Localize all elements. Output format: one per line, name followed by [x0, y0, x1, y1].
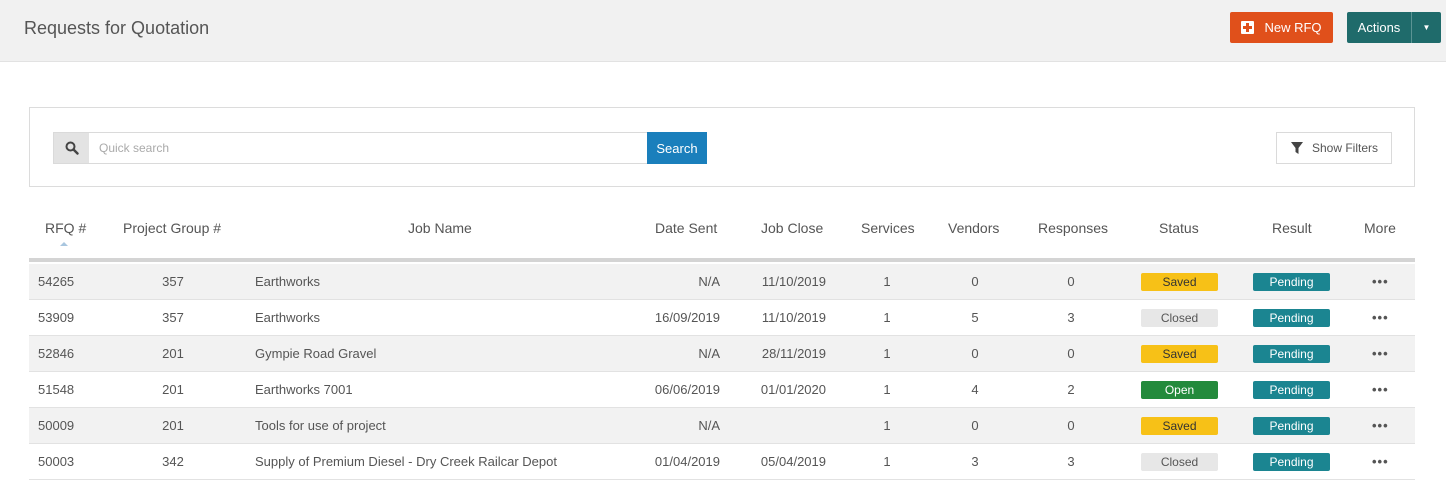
vendors-cell: 5 — [971, 310, 979, 325]
date-sent-cell: 16/09/2019 — [654, 310, 720, 325]
status-badge: Saved — [1141, 345, 1218, 363]
show-filters-label: Show Filters — [1311, 141, 1379, 155]
date-sent-cell: N/A — [698, 418, 720, 433]
services-cell: 1 — [883, 310, 891, 325]
status-badge: Closed — [1141, 309, 1218, 327]
status-badge: Open — [1141, 381, 1218, 399]
responses-cell: 3 — [1067, 454, 1075, 469]
responses-cell: 3 — [1067, 310, 1075, 325]
ellipsis-icon[interactable]: ••• — [1372, 310, 1389, 325]
column-header-rfq[interactable]: RFQ # — [45, 220, 86, 236]
plus-square-icon — [1241, 21, 1255, 34]
table-row[interactable]: 50009 201 Tools for use of project N/A 1 0 0 Sa… — [29, 408, 1415, 444]
project-group-cell: 357 — [162, 274, 184, 289]
column-header-responses[interactable]: Responses — [1038, 220, 1108, 236]
table-header: RFQ # Project Group # Job Name Date Sent… — [29, 212, 1415, 262]
rfq-number-cell: 51548 — [38, 382, 75, 397]
rfq-number-cell: 50003 — [38, 454, 75, 469]
result-badge: Pending — [1253, 453, 1330, 471]
services-cell: 1 — [883, 418, 891, 433]
show-filters-button[interactable]: Show Filters — [1276, 132, 1392, 164]
rfq-number-cell: 53909 — [38, 310, 75, 325]
date-sent-cell: 06/06/2019 — [654, 382, 720, 397]
rfq-number-cell: 52846 — [38, 346, 75, 361]
search-icon — [53, 132, 90, 164]
services-cell: 1 — [883, 382, 891, 397]
job-close-cell: 11/10/2019 — [761, 274, 826, 289]
ellipsis-icon[interactable]: ••• — [1372, 274, 1389, 289]
job-name-cell: Gympie Road Gravel — [255, 346, 377, 361]
filter-icon — [1290, 142, 1303, 154]
status-badge: Saved — [1141, 417, 1218, 435]
new-rfq-button[interactable]: New RFQ — [1230, 12, 1333, 43]
job-close-cell: 01/01/2020 — [760, 382, 826, 397]
project-group-cell: 201 — [162, 418, 184, 433]
rfq-number-cell: 50009 — [38, 418, 75, 433]
ellipsis-icon[interactable]: ••• — [1372, 346, 1389, 361]
job-name-cell: Earthworks — [255, 310, 321, 325]
date-sent-cell: N/A — [698, 274, 720, 289]
rfq-number-cell: 54265 — [38, 274, 75, 289]
job-close-cell: 11/10/2019 — [761, 310, 826, 325]
table-row[interactable]: 52846 201 Gympie Road Gravel N/A 28/11/2019 1… — [29, 336, 1415, 372]
column-header-vendors[interactable]: Vendors — [948, 220, 999, 236]
page-title: Requests for Quotation — [24, 18, 210, 38]
ellipsis-icon[interactable]: ••• — [1372, 418, 1389, 433]
responses-cell: 0 — [1067, 274, 1075, 289]
responses-cell: 0 — [1067, 418, 1075, 433]
result-badge: Pending — [1253, 309, 1330, 327]
column-header-project-group[interactable]: Project Group # — [123, 220, 221, 236]
table-row[interactable]: 50003 342 Supply of Premium Diesel - Dry C… — [29, 444, 1415, 480]
result-badge: Pending — [1253, 345, 1330, 363]
search-panel: Search Show Filters — [29, 107, 1415, 187]
job-name-cell: Supply of Premium Diesel - Dry Creek Rai… — [255, 454, 557, 469]
table-row[interactable]: 54265 357 Earthworks N/A 11/10/2019 1 0 0 Saved P… — [29, 264, 1415, 300]
actions-button[interactable]: Actions — [1347, 12, 1411, 43]
services-cell: 1 — [883, 346, 891, 361]
job-name-cell: Tools for use of project — [255, 418, 386, 433]
date-sent-cell: 01/04/2019 — [654, 454, 720, 469]
project-group-cell: 357 — [162, 310, 184, 325]
search-input[interactable] — [89, 132, 648, 164]
column-header-date-sent[interactable]: Date Sent — [655, 220, 717, 236]
column-header-services[interactable]: Services — [861, 220, 915, 236]
services-cell: 1 — [883, 454, 891, 469]
services-cell: 1 — [883, 274, 891, 289]
column-header-job-close[interactable]: Job Close — [761, 220, 823, 236]
status-badge: Closed — [1141, 453, 1218, 471]
page-header: Requests for Quotation New RFQ Actions ▼ — [0, 0, 1446, 62]
date-sent-cell: N/A — [698, 346, 720, 361]
new-rfq-label: New RFQ — [1264, 20, 1322, 35]
project-group-cell: 201 — [162, 382, 184, 397]
vendors-cell: 3 — [971, 454, 979, 469]
responses-cell: 2 — [1067, 382, 1075, 397]
table-row[interactable]: 51548 201 Earthworks 7001 06/06/2019 01/01/2… — [29, 372, 1415, 408]
vendors-cell: 0 — [971, 274, 979, 289]
column-header-more: More — [1364, 220, 1396, 236]
vendors-cell: 4 — [971, 382, 979, 397]
table-row[interactable]: 53909 357 Earthworks 16/09/2019 11/10/2019 1 5… — [29, 300, 1415, 336]
vendors-cell: 0 — [971, 418, 979, 433]
job-name-cell: Earthworks — [255, 274, 321, 289]
result-badge: Pending — [1253, 273, 1330, 291]
column-header-status[interactable]: Status — [1159, 220, 1199, 236]
ellipsis-icon[interactable]: ••• — [1372, 382, 1389, 397]
column-header-result[interactable]: Result — [1272, 220, 1312, 236]
column-header-job-name[interactable]: Job Name — [408, 220, 472, 236]
sort-asc-icon[interactable] — [60, 242, 68, 246]
status-badge: Saved — [1141, 273, 1218, 291]
project-group-cell: 342 — [162, 454, 184, 469]
responses-cell: 0 — [1067, 346, 1075, 361]
result-badge: Pending — [1253, 417, 1330, 435]
job-close-cell: 05/04/2019 — [760, 454, 826, 469]
project-group-cell: 201 — [162, 346, 184, 361]
job-close-cell: 28/11/2019 — [761, 346, 826, 361]
search-button[interactable]: Search — [647, 132, 707, 164]
caret-down-icon[interactable]: ▼ — [1411, 12, 1441, 43]
result-badge: Pending — [1253, 381, 1330, 399]
ellipsis-icon[interactable]: ••• — [1372, 454, 1389, 469]
vendors-cell: 0 — [971, 346, 979, 361]
job-name-cell: Earthworks 7001 — [255, 382, 353, 397]
